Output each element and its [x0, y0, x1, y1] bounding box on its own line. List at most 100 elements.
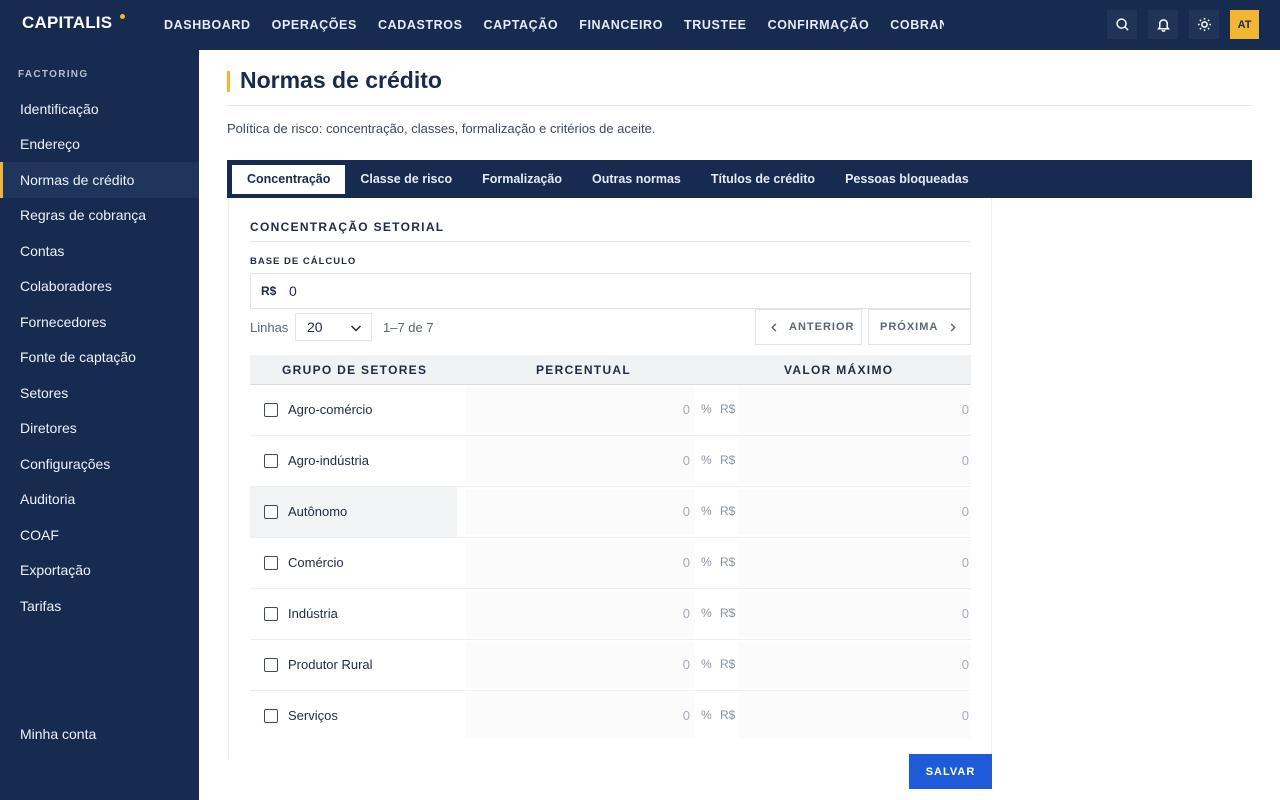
- row-checkbox[interactable]: [264, 454, 278, 468]
- percentual-value: 0: [682, 402, 690, 417]
- tab-concentracao[interactable]: Concentração: [232, 164, 346, 194]
- valor-maximo-value: 0: [961, 402, 969, 417]
- title-accent-bar: [227, 71, 230, 92]
- section-title: CONCENTRAÇÃO SETORIAL: [250, 220, 445, 234]
- currency-unit: R$: [720, 555, 736, 569]
- tab-outras-normas[interactable]: Outras normas: [577, 165, 696, 194]
- save-button[interactable]: SALVAR: [909, 754, 992, 789]
- currency-unit: R$: [720, 606, 736, 620]
- sidebar-item-endereco[interactable]: Endereço: [0, 127, 199, 163]
- search-button[interactable]: [1107, 10, 1137, 39]
- valor-maximo-value: 0: [961, 453, 969, 468]
- table-row: Agro-indústria 0 % R$ 0: [250, 436, 971, 487]
- sidebar-item-minha-conta[interactable]: Minha conta: [20, 726, 96, 742]
- chevron-down-icon: [350, 325, 362, 332]
- rows-per-page-value: 20: [307, 319, 323, 335]
- nav-operacoes[interactable]: OPERAÇÕES: [272, 18, 357, 32]
- rows-per-page-label: Linhas: [250, 320, 289, 335]
- row-label-cell: [250, 538, 457, 588]
- pagination: Linhas 20 1–7 de 7 ANTERIOR PRÓXIMA: [250, 309, 971, 345]
- row-checkbox[interactable]: [264, 556, 278, 570]
- tab-pessoas-bloqueadas[interactable]: Pessoas bloqueadas: [830, 165, 984, 194]
- currency-unit: R$: [720, 453, 736, 467]
- top-bar: CAPITALIS DASHBOARD OPERAÇÕES CADASTROS …: [0, 0, 1280, 50]
- base-calculo-field[interactable]: R$: [250, 273, 971, 309]
- percentual-value: 0: [682, 453, 690, 468]
- tab-formalizacao[interactable]: Formalização: [467, 165, 577, 194]
- percentual-value: 0: [682, 555, 690, 570]
- row-name: Agro-comércio: [288, 402, 373, 417]
- row-checkbox[interactable]: [264, 403, 278, 417]
- sidebar-item-coaf[interactable]: COAF: [0, 517, 199, 553]
- row-name: Produtor Rural: [288, 657, 373, 672]
- previous-page-button[interactable]: ANTERIOR: [755, 309, 862, 345]
- sidebar-item-fornecedores[interactable]: Fornecedores: [0, 304, 199, 340]
- percentual-value: 0: [682, 606, 690, 621]
- percent-unit: %: [701, 453, 712, 467]
- percent-unit: %: [701, 657, 712, 671]
- tab-classe-de-risco[interactable]: Classe de risco: [345, 165, 467, 194]
- logo-dot: [120, 14, 125, 19]
- sidebar-item-normas-de-credito[interactable]: Normas de crédito: [0, 162, 199, 198]
- sidebar-item-contas[interactable]: Contas: [0, 233, 199, 269]
- tab-titulos-de-credito[interactable]: Títulos de crédito: [696, 165, 830, 194]
- bell-icon: [1156, 19, 1170, 32]
- app-logo[interactable]: CAPITALIS: [22, 13, 112, 33]
- nav-captacao[interactable]: CAPTAÇÃO: [484, 18, 559, 32]
- sidebar-item-identificacao[interactable]: Identificação: [0, 91, 199, 127]
- sidebar-item-tarifas[interactable]: Tarifas: [0, 588, 199, 624]
- tab-bar: Concentração Classe de risco Formalizaçã…: [227, 160, 1252, 198]
- header-grupo-de-setores: GRUPO DE SETORES: [282, 363, 428, 377]
- sidebar-item-colaboradores[interactable]: Colaboradores: [0, 269, 199, 305]
- nav-cadastros[interactable]: CADASTROS: [378, 18, 463, 32]
- sidebar-item-regras-de-cobranca[interactable]: Regras de cobrança: [0, 198, 199, 234]
- currency-prefix: R$: [261, 284, 277, 298]
- percentual-value: 0: [682, 708, 690, 723]
- section-divider: [250, 241, 971, 242]
- header-percentual: PERCENTUAL: [536, 363, 632, 377]
- row-label-cell: [250, 691, 457, 741]
- currency-unit: R$: [720, 708, 736, 722]
- sidebar-item-auditoria[interactable]: Auditoria: [0, 482, 199, 518]
- sidebar-item-fonte-de-captacao[interactable]: Fonte de captação: [0, 340, 199, 376]
- percent-unit: %: [701, 555, 712, 569]
- nav-financeiro[interactable]: FINANCEIRO: [579, 18, 663, 32]
- chevron-left-icon: [771, 322, 777, 332]
- notifications-button[interactable]: [1148, 10, 1178, 39]
- sidebar: FACTORING Identificação Endereço Normas …: [0, 50, 199, 800]
- nav-dashboard[interactable]: DASHBOARD: [164, 18, 251, 32]
- row-checkbox[interactable]: [264, 607, 278, 621]
- user-avatar[interactable]: AT: [1230, 10, 1259, 39]
- nav-trustee[interactable]: TRUSTEE: [684, 18, 747, 32]
- chevron-right-icon: [950, 322, 957, 332]
- row-name: Autônomo: [288, 504, 348, 519]
- currency-unit: R$: [720, 657, 736, 671]
- title-divider: [227, 105, 1252, 106]
- nav-cobranca[interactable]: COBRANÇA: [890, 18, 944, 32]
- percent-unit: %: [701, 504, 712, 518]
- row-checkbox[interactable]: [264, 658, 278, 672]
- rows-per-page-select[interactable]: 20: [295, 313, 372, 341]
- row-checkbox[interactable]: [264, 505, 278, 519]
- header-valor-maximo: VALOR MÁXIMO: [784, 363, 894, 377]
- table-row: Autônomo 0 % R$ 0: [250, 487, 971, 538]
- search-icon: [1115, 18, 1129, 31]
- sidebar-item-exportacao[interactable]: Exportação: [0, 553, 199, 589]
- valor-maximo-value: 0: [961, 555, 969, 570]
- valor-maximo-value: 0: [961, 708, 969, 723]
- table-row: Comércio 0 % R$ 0: [250, 538, 971, 589]
- next-page-button[interactable]: PRÓXIMA: [868, 309, 971, 345]
- sidebar-item-setores[interactable]: Setores: [0, 375, 199, 411]
- table-row: Agro-comércio 0 % R$ 0: [250, 385, 971, 436]
- sidebar-item-configuracoes[interactable]: Configurações: [0, 446, 199, 482]
- row-name: Serviços: [288, 708, 338, 723]
- base-calculo-input[interactable]: [289, 283, 889, 299]
- sidebar-list: Identificação Endereço Normas de crédito…: [0, 91, 199, 624]
- nav-confirmacao[interactable]: CONFIRMAÇÃO: [768, 18, 870, 32]
- percent-unit: %: [701, 606, 712, 620]
- row-label-cell: [250, 487, 457, 537]
- row-checkbox[interactable]: [264, 709, 278, 723]
- base-calculo-label: BASE DE CÁLCULO: [250, 256, 357, 267]
- theme-toggle-button[interactable]: [1189, 10, 1219, 39]
- sidebar-item-diretores[interactable]: Diretores: [0, 411, 199, 447]
